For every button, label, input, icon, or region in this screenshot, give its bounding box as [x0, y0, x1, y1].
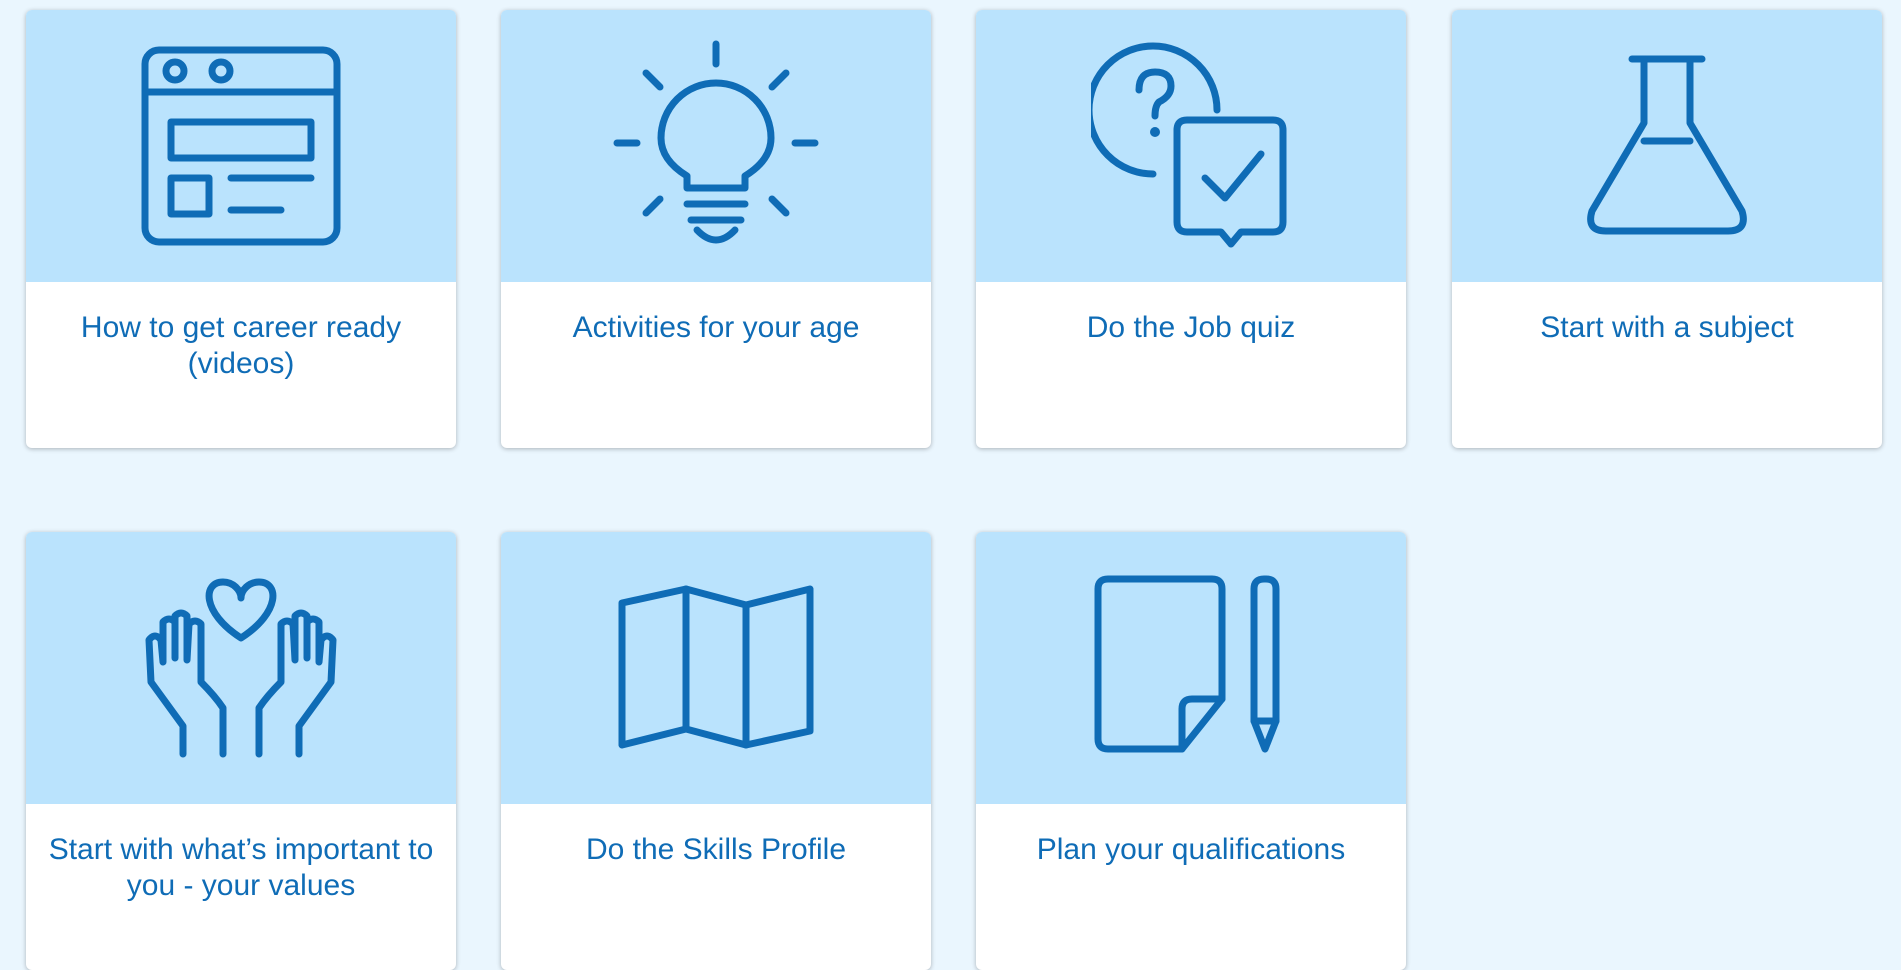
browser-window-icon — [141, 46, 341, 246]
card-image — [501, 532, 931, 804]
hands-heart-icon — [145, 578, 337, 758]
card-career-ready-videos[interactable]: How to get career ready (videos) — [26, 10, 456, 448]
card-image — [1452, 10, 1882, 282]
lightbulb-icon — [613, 40, 819, 244]
card-start-with-subject[interactable]: Start with a subject — [1452, 10, 1882, 448]
card-image — [976, 532, 1406, 804]
card-label: Start with a subject — [1540, 311, 1794, 344]
flask-icon — [1587, 55, 1747, 235]
quiz-question-check-icon — [1091, 42, 1287, 248]
card-label: Start with what’s important to you - you… — [48, 833, 434, 902]
card-job-quiz[interactable]: Do the Job quiz — [976, 10, 1406, 448]
card-plan-qualifications[interactable]: Plan your qualifications — [976, 532, 1406, 970]
card-activities-for-age[interactable]: Activities for your age — [501, 10, 931, 448]
card-label: Activities for your age — [572, 311, 860, 344]
card-image — [501, 10, 931, 282]
card-image — [26, 10, 456, 282]
card-image — [976, 10, 1406, 282]
card-image — [26, 532, 456, 804]
card-label: Do the Job quiz — [1086, 311, 1296, 344]
card-label: Do the Skills Profile — [585, 833, 847, 866]
card-values[interactable]: Start with what’s important to you - you… — [26, 532, 456, 970]
paper-pencil-icon — [1094, 575, 1280, 753]
card-label: Plan your qualifications — [1036, 833, 1346, 866]
folded-map-icon — [618, 585, 814, 749]
card-label: How to get career ready (videos) — [80, 311, 402, 380]
card-skills-profile[interactable]: Do the Skills Profile — [501, 532, 931, 970]
